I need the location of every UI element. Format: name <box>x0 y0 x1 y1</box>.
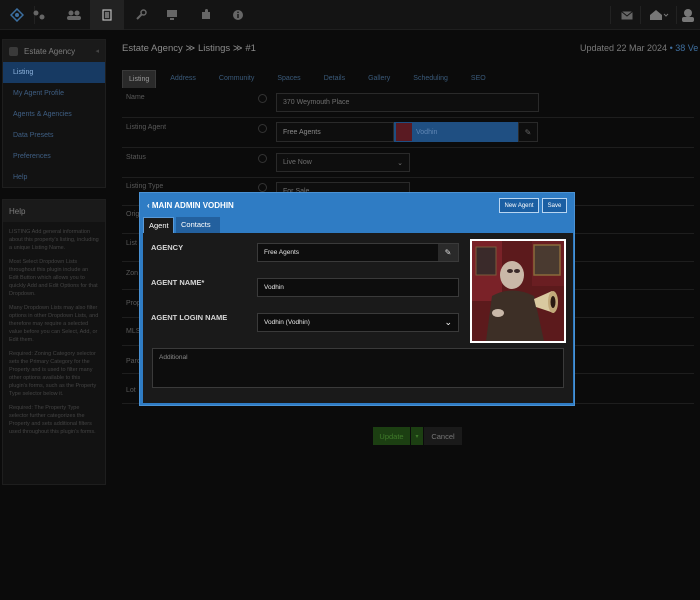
users-icon[interactable] <box>57 0 91 30</box>
sidebar-nav: Estate Agency ◂ Listing My Agent Profile… <box>2 39 106 188</box>
new-agent-button[interactable]: New Agent <box>499 198 539 213</box>
caret-down-icon: ▾ <box>415 433 419 440</box>
cancel-button[interactable]: Cancel <box>424 427 462 445</box>
status-value: Live Now <box>283 159 312 166</box>
settings-icon[interactable] <box>22 0 56 30</box>
sidebar-item-help[interactable]: Help <box>3 167 105 188</box>
status-label: Status <box>126 154 146 161</box>
tab-address[interactable]: Address <box>164 70 202 88</box>
updated-status: Updated 22 Mar 2024 • 38 Ve <box>580 43 698 53</box>
agent-chip-name: Vodhin <box>416 128 438 136</box>
tab-listing[interactable]: Listing <box>122 70 157 88</box>
chevron-down-icon: ⌄ <box>444 317 452 327</box>
sidebar-item-data-presets[interactable]: Data Presets <box>3 125 105 146</box>
agent-avatar <box>396 123 412 141</box>
document-icon[interactable] <box>90 0 124 30</box>
field-label: Orig <box>126 211 140 218</box>
agent-name-input[interactable]: Vodhin <box>257 278 459 297</box>
edit-icon: ✎ <box>444 248 452 257</box>
top-navigation-bar <box>0 0 700 30</box>
agent-photo-image <box>472 241 564 341</box>
edit-agent-button[interactable]: ✎ <box>518 122 538 142</box>
listing-tabs: Listing Address Community Spaces Details… <box>122 70 503 88</box>
help-icon[interactable] <box>258 94 267 103</box>
name-label: Name <box>126 94 145 101</box>
agency-select[interactable]: Free Agents ✎ <box>257 243 459 262</box>
form-row-status: Status Live Now ⌄ <box>122 148 694 178</box>
info-icon[interactable] <box>221 0 255 30</box>
edit-icon: ✎ <box>524 127 532 137</box>
tab-agent[interactable]: Agent <box>143 217 174 233</box>
agent-photo[interactable] <box>470 239 566 343</box>
version-count[interactable]: • 38 Ve <box>670 43 699 53</box>
agency-label: AGENCY <box>151 243 184 252</box>
agent-login-name-label: AGENT LOGIN NAME <box>151 313 228 322</box>
agent-login-value: Vodhin (Vodhin) <box>264 319 310 326</box>
help-panel: Help LISTING Add general information abo… <box>2 199 106 485</box>
help-icon[interactable] <box>258 154 267 163</box>
field-label: Zon <box>126 270 139 277</box>
agency-select[interactable]: Free Agents <box>276 122 394 142</box>
tab-community[interactable]: Community <box>213 70 260 88</box>
agent-name-label: AGENT NAME* <box>151 278 205 287</box>
update-button[interactable]: Update <box>373 427 410 445</box>
listing-type-label: Listing Type <box>126 183 164 190</box>
puzzle-icon[interactable] <box>189 0 223 30</box>
monitor-icon[interactable] <box>155 0 189 30</box>
update-dropdown-button[interactable]: ▾ <box>411 427 423 445</box>
status-select[interactable]: Live Now ⌄ <box>276 153 410 172</box>
sidebar-title: Estate Agency <box>24 46 76 56</box>
wrench-icon[interactable] <box>124 0 158 30</box>
updated-date: Updated 22 Mar 2024 <box>580 43 668 53</box>
sidebar-item-listing[interactable]: Listing <box>3 62 105 83</box>
modal-title-text: MAIN ADMIN VODHIN <box>151 201 234 210</box>
tab-contacts[interactable]: Contacts <box>176 217 220 233</box>
help-paragraph: Required: The Property Type selector fur… <box>9 405 96 435</box>
help-paragraph: Many Dropdown Lists may also filter opti… <box>9 305 99 343</box>
field-label: Lot <box>126 387 136 394</box>
help-paragraph: Required: Zoning Category selector sets … <box>9 351 97 397</box>
help-icon[interactable] <box>258 124 267 133</box>
tab-scheduling[interactable]: Scheduling <box>407 70 454 88</box>
modal-title[interactable]: ‹ MAIN ADMIN VODHIN <box>147 201 234 210</box>
agency-value: Free Agents <box>264 249 300 256</box>
sidebar-item-my-agent-profile[interactable]: My Agent Profile <box>3 83 105 104</box>
agent-chip[interactable]: Vodhin <box>394 122 518 142</box>
agent-modal: ‹ MAIN ADMIN VODHIN New Agent Save Agent… <box>139 192 575 406</box>
field-label: List <box>126 240 137 247</box>
save-button[interactable]: Save <box>542 198 567 213</box>
sidebar-logo-icon <box>9 46 18 56</box>
listing-agent-label: Listing Agent <box>126 124 167 131</box>
chevron-down-icon: ⌄ <box>397 159 403 167</box>
help-paragraph: LISTING Add general information about th… <box>9 229 99 251</box>
breadcrumb: Estate Agency ≫ Listings ≫ #1 <box>122 43 256 54</box>
help-title: Help <box>3 200 105 222</box>
help-icon[interactable] <box>258 183 267 192</box>
help-paragraph: Most Select Dropdown Lists throughout th… <box>9 259 98 297</box>
divider <box>640 6 641 24</box>
tab-details[interactable]: Details <box>318 70 351 88</box>
user-menu-icon[interactable] <box>676 0 700 30</box>
home-icon[interactable] <box>642 0 676 30</box>
additional-textarea[interactable]: Additional <box>152 348 564 388</box>
sidebar-item-preferences[interactable]: Preferences <box>3 146 105 167</box>
collapse-icon[interactable]: ◂ <box>95 47 99 55</box>
form-row-name: Name 370 Weymouth Place <box>122 88 694 118</box>
modal-body: AGENCY Free Agents ✎ AGENT NAME* Vodhin … <box>143 233 573 403</box>
mail-icon[interactable] <box>610 0 644 30</box>
sidebar-header: Estate Agency ◂ <box>3 40 105 62</box>
tab-spaces[interactable]: Spaces <box>271 70 306 88</box>
edit-agency-button[interactable]: ✎ <box>438 244 458 261</box>
agent-login-select[interactable]: Vodhin (Vodhin) ⌄ <box>257 313 459 332</box>
tab-seo[interactable]: SEO <box>465 70 492 88</box>
name-input[interactable]: 370 Weymouth Place <box>276 93 539 112</box>
help-content: LISTING Add general information about th… <box>3 222 105 448</box>
form-row-listing-agent: Listing Agent Free Agents Vodhin ✎ <box>122 118 694 148</box>
sidebar-item-agents-agencies[interactable]: Agents & Agencies <box>3 104 105 125</box>
tab-gallery[interactable]: Gallery <box>362 70 396 88</box>
